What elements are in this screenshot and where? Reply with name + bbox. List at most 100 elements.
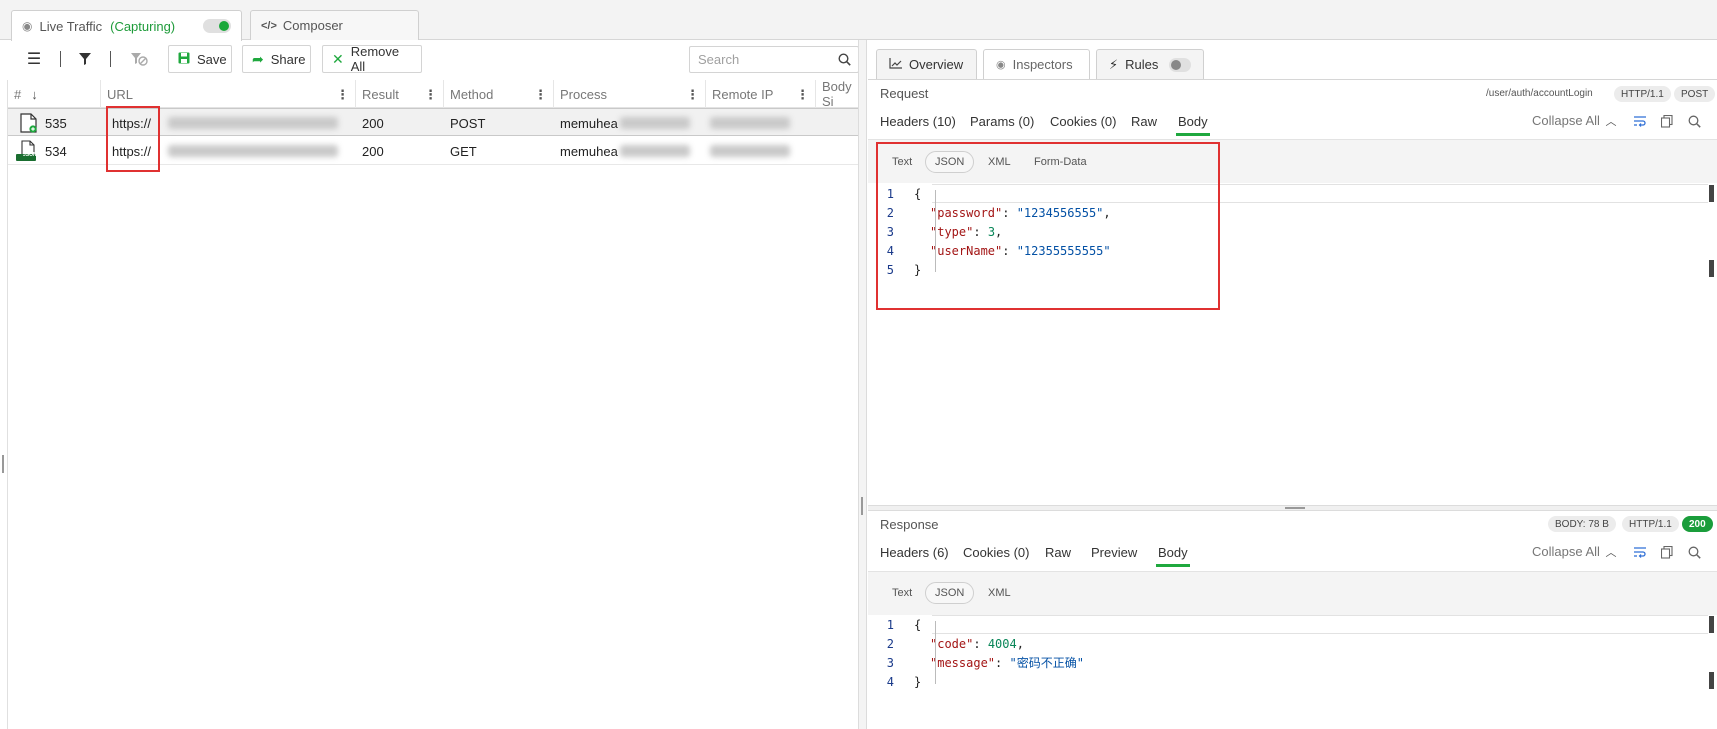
request-tab-cookies[interactable]: Cookies (0): [1050, 114, 1116, 129]
response-collapse-all[interactable]: Collapse All: [1532, 544, 1600, 559]
row-method: GET: [450, 143, 477, 159]
remove-all-button[interactable]: ✕ Remove All: [322, 44, 422, 74]
column-header-result[interactable]: Result ⋮: [356, 80, 444, 108]
tab-rules[interactable]: ⚡ Rules: [1096, 49, 1204, 79]
json-value: "密码不正确": [1009, 656, 1084, 670]
lightning-icon: ⚡: [1109, 56, 1119, 72]
response-format-xml[interactable]: XML: [979, 582, 1020, 604]
response-format-json[interactable]: JSON: [925, 582, 975, 604]
column-label: Result: [362, 86, 399, 102]
response-format-text[interactable]: Text: [883, 582, 921, 604]
column-menu-icon[interactable]: ⋮: [686, 87, 699, 103]
pane-splitter[interactable]: [858, 40, 867, 729]
response-body-size-badge: BODY: 78 B: [1548, 516, 1616, 532]
column-header-remote-ip[interactable]: Remote IP ⋮: [706, 80, 816, 108]
response-tab-headers[interactable]: Headers (6): [880, 545, 949, 560]
row-id: 535: [45, 115, 67, 131]
save-label: Save: [197, 51, 227, 67]
share-label: Share: [270, 51, 306, 67]
share-button[interactable]: ➦ Share: [242, 45, 311, 73]
row-id: 534: [45, 143, 67, 159]
sort-down-icon: ↓: [31, 86, 38, 102]
chevron-up-icon[interactable]: ︿: [1605, 545, 1617, 559]
line-number: 2: [886, 636, 894, 651]
code-line: 4}: [868, 672, 1708, 691]
save-button[interactable]: Save: [168, 45, 232, 73]
close-icon: ✕: [332, 50, 344, 67]
search-icon[interactable]: [1686, 113, 1702, 129]
response-tab-preview[interactable]: Preview: [1091, 545, 1137, 560]
word-wrap-icon[interactable]: [1632, 113, 1648, 129]
capturing-status: (Capturing): [110, 18, 176, 34]
toolbar-divider: [110, 51, 111, 67]
save-icon: [178, 52, 190, 67]
column-header-method[interactable]: Method ⋮: [444, 80, 554, 108]
request-path: /user/auth/accountLogin: [1486, 88, 1593, 99]
chart-icon: [889, 57, 902, 72]
remove-all-label: Remove All: [350, 44, 400, 74]
json-badge: JSON: [23, 152, 37, 158]
column-menu-icon[interactable]: ⋮: [424, 87, 437, 103]
row-method: POST: [450, 115, 486, 131]
search-icon[interactable]: [1686, 544, 1702, 560]
horizontal-splitter-grip: [1285, 507, 1305, 509]
word-wrap-icon[interactable]: [1632, 544, 1648, 560]
scrollbar-marker: [1709, 616, 1714, 633]
code-line: 2 "code": 4004,: [868, 634, 1708, 653]
request-collapse-all[interactable]: Collapse All: [1532, 113, 1600, 128]
column-label: #: [14, 86, 22, 102]
tab-composer[interactable]: </> Composer: [250, 10, 419, 40]
scrollbar-marker: [1709, 185, 1714, 202]
json-value: 4004: [987, 636, 1017, 651]
redacted-remote-ip: [710, 145, 790, 157]
top-tab-bar: ◉ Live Traffic (Capturing) </> Composer: [0, 0, 1717, 41]
copy-icon[interactable]: [1659, 544, 1675, 560]
response-title: Response: [880, 517, 939, 532]
code-text: }: [914, 674, 922, 689]
column-header-process[interactable]: Process ⋮: [554, 80, 706, 108]
redacted-remote-ip: [710, 117, 790, 129]
response-status-badge: 200: [1682, 516, 1713, 532]
column-label: Method: [450, 86, 494, 102]
row-result: 200: [362, 143, 384, 159]
filter-icon[interactable]: [76, 50, 94, 68]
chevron-up-icon[interactable]: ︿: [1605, 114, 1617, 128]
request-tab-body[interactable]: Body: [1176, 114, 1210, 136]
response-tab-body[interactable]: Body: [1156, 545, 1190, 567]
column-menu-icon[interactable]: ⋮: [534, 87, 547, 103]
copy-icon[interactable]: [1659, 113, 1675, 129]
code-line: 1{: [868, 615, 1708, 634]
scrollbar-marker: [1709, 672, 1714, 689]
eye-icon: ◉: [22, 19, 33, 33]
splitter-grip: [861, 497, 863, 515]
code-text: {: [914, 617, 922, 632]
search-input[interactable]: [689, 46, 859, 73]
search-icon[interactable]: [836, 51, 852, 67]
response-protocol-badge: HTTP/1.1: [1622, 516, 1679, 532]
column-menu-icon[interactable]: ⋮: [796, 87, 809, 103]
capture-toggle[interactable]: [203, 19, 231, 33]
session-grid-header: # ↓ URL ⋮ Result ⋮ Method ⋮ Process ⋮ Remote…: [8, 79, 858, 109]
request-tab-params[interactable]: Params (0): [970, 114, 1034, 129]
request-tab-headers[interactable]: Headers (10): [880, 114, 956, 129]
tab-live-traffic[interactable]: ◉ Live Traffic (Capturing): [11, 10, 242, 41]
tab-composer-label: Composer: [282, 18, 343, 33]
request-tab-raw[interactable]: Raw: [1131, 114, 1157, 129]
json-file-icon: JSON: [14, 137, 42, 165]
rules-toggle[interactable]: [1169, 57, 1191, 72]
column-header-url[interactable]: URL ⋮: [101, 80, 356, 108]
column-label: URL: [107, 86, 134, 102]
tab-overview[interactable]: Overview: [876, 49, 977, 79]
response-tab-cookies[interactable]: Cookies (0): [963, 545, 1029, 560]
tab-inspectors[interactable]: ◉ Inspectors: [983, 49, 1090, 79]
left-pane-border: [7, 80, 8, 729]
url-highlight-box: [106, 106, 160, 172]
response-body-editor[interactable]: 1{ 2 "code": 4004, 3 "message": "密码不正确" 4}: [868, 615, 1708, 691]
redacted-process: [620, 145, 690, 157]
column-menu-icon[interactable]: ⋮: [336, 87, 349, 103]
fold-guide: [935, 621, 936, 684]
response-tab-raw[interactable]: Raw: [1045, 545, 1071, 560]
menu-icon[interactable]: ☰: [24, 50, 44, 68]
clear-filter-icon[interactable]: [128, 50, 150, 68]
column-header-number[interactable]: # ↓: [8, 80, 101, 108]
